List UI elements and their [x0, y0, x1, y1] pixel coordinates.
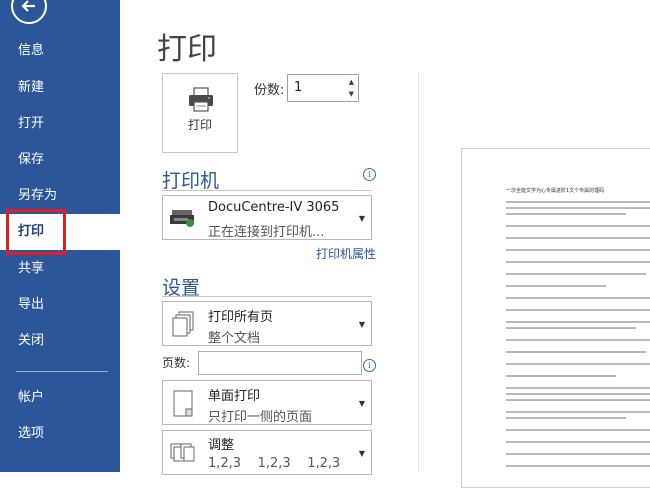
nav-item-new[interactable]: 新建 [0, 70, 120, 106]
sides-value: 单面打印 [208, 389, 261, 404]
copies-stepper[interactable]: 1 ▲ ▼ [287, 74, 359, 102]
print-range-sub: 整个文档 [208, 331, 261, 346]
text-line [506, 465, 650, 467]
collate-sub: 1,2,3 1,2,3 1,2,3 [208, 456, 341, 471]
printer-name: DocuCentre-IV 3065 [208, 200, 340, 215]
decrement-icon[interactable]: ▼ [349, 90, 354, 98]
text-line [506, 393, 650, 395]
section-divider [162, 296, 372, 297]
text-line [506, 441, 650, 443]
text-line [506, 321, 650, 323]
nav-item-open[interactable]: 打开 [0, 106, 120, 142]
text-line [506, 387, 650, 389]
printer-status: 正在连接到打印机... [208, 225, 325, 240]
text-line [506, 399, 650, 401]
text-line [506, 225, 650, 227]
text-line [506, 201, 650, 203]
text-line [506, 351, 646, 353]
pages-input[interactable] [198, 351, 362, 375]
print-button[interactable]: 打印 [162, 73, 238, 153]
text-line [506, 453, 650, 455]
text-line [506, 375, 616, 377]
text-line [506, 363, 650, 365]
nav-item-save[interactable]: 保存 [0, 142, 120, 178]
backstage-nav: 信息 新建 打开 保存 另存为 打印 共享 导出 关闭 帐户 选项 [0, 0, 120, 472]
printer-section-heading: 打印机 [162, 170, 220, 192]
text-line [506, 237, 650, 239]
nav-item-info[interactable]: 信息 [0, 33, 120, 69]
nav-item-export[interactable]: 导出 [0, 287, 120, 323]
text-line [506, 285, 606, 287]
page-title: 打印 [157, 32, 217, 67]
collate-dropdown[interactable]: 调整 1,2,3 1,2,3 1,2,3 ▼ [162, 430, 372, 475]
single-sided-icon [173, 390, 193, 417]
text-line [506, 417, 626, 419]
text-line [506, 339, 650, 341]
nav-item-share[interactable]: 共享 [0, 251, 120, 287]
nav-item-account[interactable]: 帐户 [0, 380, 120, 416]
text-line [506, 261, 650, 263]
text-line [506, 207, 650, 209]
print-button-label: 打印 [187, 118, 212, 132]
highlight-box [6, 209, 66, 255]
printer-dropdown[interactable]: DocuCentre-IV 3065 正在连接到打印机... ▼ [162, 195, 372, 240]
chevron-down-icon: ▼ [358, 399, 365, 408]
printer-properties-link[interactable]: 打印机属性 [316, 245, 376, 262]
printer-device-icon [170, 210, 194, 227]
text-line [506, 273, 646, 275]
printer-icon [189, 87, 213, 112]
nav-item-options[interactable]: 选项 [0, 416, 120, 452]
text-line [506, 411, 650, 413]
increment-icon[interactable]: ▲ [349, 78, 354, 86]
chevron-down-icon: ▼ [358, 214, 365, 223]
nav-divider [16, 371, 108, 372]
section-divider [162, 190, 372, 191]
chevron-down-icon: ▼ [358, 320, 365, 329]
copies-value: 1 [294, 80, 303, 95]
pages-icon [172, 311, 194, 337]
text-line [506, 249, 650, 251]
print-range-dropdown[interactable]: 打印所有页 整个文档 ▼ [162, 301, 372, 346]
preview-page-title: 一次全能文学为心专属进阶1文个专属的理码 [506, 188, 605, 194]
info-icon[interactable]: i [363, 168, 376, 181]
sides-sub: 只打印一侧的页面 [208, 410, 313, 425]
sides-dropdown[interactable]: 单面打印 只打印一侧的页面 ▼ [162, 380, 372, 425]
back-arrow-icon [21, 0, 35, 12]
text-line [506, 429, 650, 431]
text-line [506, 213, 626, 215]
text-line [506, 309, 650, 311]
text-line [506, 297, 650, 299]
collated-icon [170, 443, 195, 462]
pages-label: 页数: [162, 356, 191, 370]
preview-page: 一次全能文学为心专属进阶1文个专属的理码 [461, 148, 650, 488]
text-line [506, 327, 636, 329]
copies-label: 份数: [254, 83, 285, 98]
back-button[interactable] [11, 0, 47, 24]
info-icon[interactable]: i [363, 359, 376, 372]
chevron-down-icon: ▼ [358, 449, 365, 458]
print-range-value: 打印所有页 [208, 310, 274, 325]
collate-value: 调整 [208, 438, 235, 453]
nav-item-close[interactable]: 关闭 [0, 323, 120, 359]
